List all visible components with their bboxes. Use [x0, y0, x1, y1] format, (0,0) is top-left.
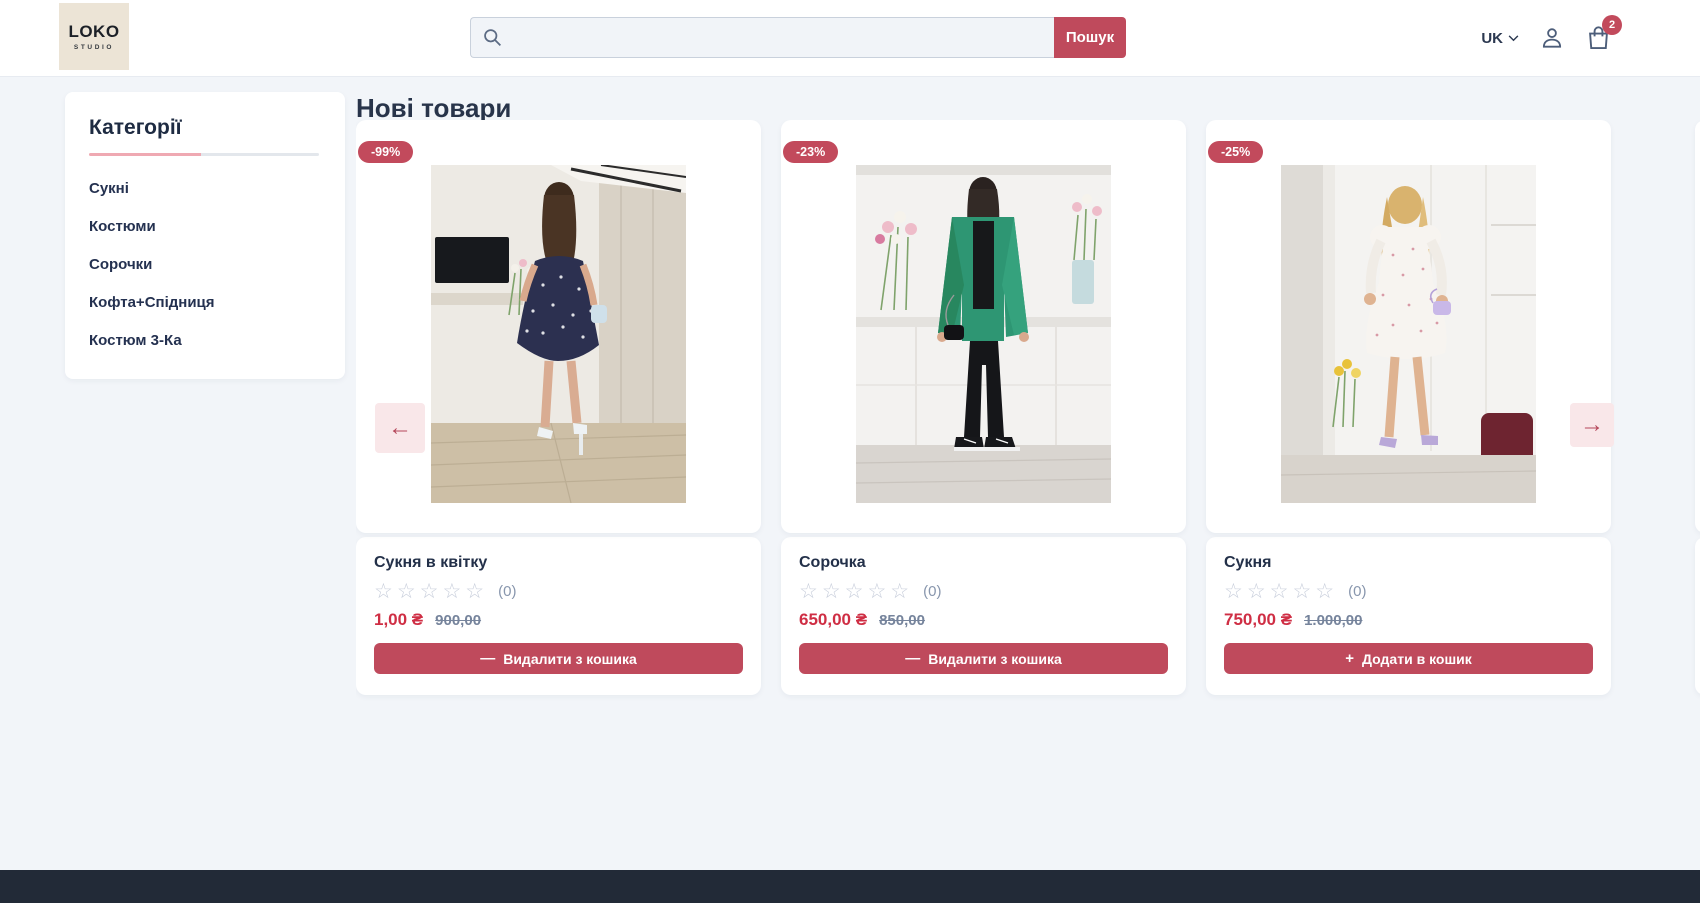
product-info: ☆☆☆☆☆ [1695, 537, 1700, 695]
star-rating-icons: ☆☆☆☆☆ [799, 581, 913, 602]
carousel-next-button[interactable]: → [1570, 403, 1614, 447]
cart-button[interactable]: 2 [1585, 24, 1612, 52]
product-info: Сорочка ☆☆☆☆☆ (0) 650,00 ₴ 850,00 — Вида… [781, 537, 1186, 695]
search-input[interactable] [470, 17, 1054, 58]
categories-title: Категорії [89, 116, 321, 140]
product-info: Сукня ☆☆☆☆☆ (0) 750,00 ₴ 1.000,00 + Дода… [1206, 537, 1611, 695]
plus-icon: + [1345, 651, 1354, 666]
old-price: 900,00 [435, 612, 481, 629]
logo-subtext: STUDIO [74, 44, 114, 51]
logo[interactable]: LOKO STUDIO [59, 3, 129, 70]
product-card-partial[interactable]: ☆☆☆☆☆ [1695, 120, 1700, 695]
cart-button-label: Додати в кошик [1362, 651, 1472, 667]
price-row: 650,00 ₴ 850,00 [799, 610, 1168, 630]
carousel-track: -99% [356, 120, 1700, 695]
product-image-link[interactable] [1695, 120, 1700, 533]
current-price: 1,00 ₴ [374, 610, 423, 630]
cart-button-label: Видалити з кошика [928, 651, 1062, 667]
product-title[interactable]: Сукня в квітку [374, 554, 743, 572]
minus-icon: — [905, 651, 920, 666]
arrow-right-icon: → [1580, 413, 1604, 437]
remove-from-cart-button[interactable]: — Видалити з кошика [374, 643, 743, 674]
product-title[interactable]: Сукня [1224, 554, 1593, 572]
title-underline [89, 153, 319, 156]
categories-list: Сукні Костюми Сорочки Кофта+Спідниця Кос… [89, 180, 321, 349]
product-photo-dress-polkadot [431, 165, 686, 503]
cart-button-label: Видалити з кошика [503, 651, 637, 667]
minus-icon: — [480, 651, 495, 666]
star-rating-icons: ☆☆☆☆☆ [374, 581, 488, 602]
add-to-cart-button[interactable]: + Додати в кошик [1224, 643, 1593, 674]
current-price: 650,00 ₴ [799, 610, 867, 630]
price-row: 1,00 ₴ 900,00 [374, 610, 743, 630]
rating-row: ☆☆☆☆☆ (0) [1224, 581, 1593, 602]
sidebar-item-kostiumy[interactable]: Костюми [89, 218, 321, 235]
carousel-prev-button[interactable]: ← [375, 403, 425, 453]
product-card[interactable]: -23% [781, 120, 1186, 695]
rating-count: (0) [1348, 583, 1366, 600]
categories-panel: Категорії Сукні Костюми Сорочки Кофта+Сп… [65, 92, 345, 379]
price-row: 750,00 ₴ 1.000,00 [1224, 610, 1593, 630]
logo-text: LOKO [68, 22, 119, 42]
chevron-down-icon [1508, 35, 1519, 42]
product-info: Сукня в квітку ☆☆☆☆☆ (0) 1,00 ₴ 900,00 —… [356, 537, 761, 695]
current-price: 750,00 ₴ [1224, 610, 1292, 630]
old-price: 850,00 [879, 612, 925, 629]
product-photo-white-dress [1281, 165, 1536, 503]
rating-count: (0) [498, 583, 516, 600]
sidebar-item-kofta-spidnytsia[interactable]: Кофта+Спідниця [89, 294, 321, 311]
discount-badge: -25% [1208, 141, 1263, 163]
rating-row: ☆☆☆☆☆ (0) [799, 581, 1168, 602]
star-rating-icons: ☆☆☆☆☆ [1224, 581, 1338, 602]
search-button[interactable]: Пошук [1054, 17, 1126, 58]
new-products-carousel: ← → -99% [356, 120, 1700, 720]
discount-badge: -23% [783, 141, 838, 163]
sidebar-item-sorochky[interactable]: Сорочки [89, 256, 321, 273]
account-button[interactable] [1539, 25, 1565, 51]
sidebar-item-sukni[interactable]: Сукні [89, 180, 321, 197]
product-image-link[interactable]: -25% [1206, 120, 1611, 533]
header-actions: UK 2 [1481, 0, 1612, 76]
arrow-left-icon: ← [388, 416, 412, 440]
old-price: 1.000,00 [1304, 612, 1362, 629]
product-image-link[interactable]: -23% [781, 120, 1186, 533]
header: LOKO STUDIO Пошук UK [0, 0, 1700, 76]
language-selector[interactable]: UK [1481, 30, 1519, 47]
search-bar: Пошук [470, 17, 1126, 58]
user-icon [1539, 25, 1565, 51]
cart-count-badge: 2 [1602, 15, 1622, 35]
remove-from-cart-button[interactable]: — Видалити з кошика [799, 643, 1168, 674]
product-card[interactable]: -25% [1206, 120, 1611, 695]
footer [0, 870, 1700, 903]
product-title[interactable]: Сорочка [799, 554, 1168, 572]
discount-badge: -99% [358, 141, 413, 163]
product-image-link[interactable]: -99% [356, 120, 761, 533]
product-photo-green-shirt [856, 165, 1111, 503]
search-icon [482, 27, 503, 48]
rating-count: (0) [923, 583, 941, 600]
sidebar-item-kostium-3ka[interactable]: Костюм 3-Ка [89, 332, 321, 349]
rating-row: ☆☆☆☆☆ (0) [374, 581, 743, 602]
language-label: UK [1481, 30, 1503, 47]
